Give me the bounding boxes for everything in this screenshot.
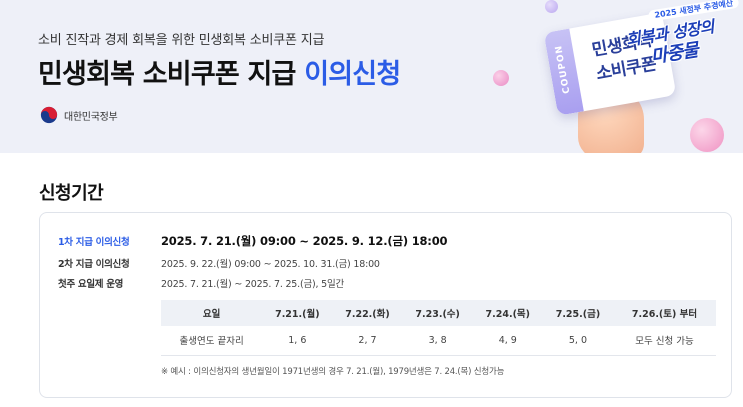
period-label: 첫주 요일제 운영 <box>58 279 124 290</box>
application-period-card: 1차 지급 이의신청 2025. 7. 21.(월) 09:00 ~ 2025.… <box>39 212 732 398</box>
table-row: 출생연도 끝자리 1, 6 2, 7 3, 8 4, 9 5, 0 모두 신청 … <box>161 326 716 356</box>
period-row-first: 1차 지급 이의신청 2025. 7. 21.(월) 09:00 ~ 2025.… <box>58 233 447 249</box>
hero-subtitle: 소비 진작과 경제 회복을 위한 민생회복 소비쿠폰 지급 <box>38 33 325 48</box>
coupon-stub-label: COUPON <box>553 44 573 95</box>
table-header: 7.26.(토) 부터 <box>613 300 716 326</box>
table-header: 요일 <box>161 300 263 326</box>
table-cell: 5, 0 <box>542 326 614 356</box>
decoration-bubble <box>493 70 509 86</box>
table-header: 7.24.(목) <box>472 300 543 326</box>
period-value: 2025. 7. 21.(월) 09:00 ~ 2025. 9. 12.(금) … <box>161 234 448 248</box>
decoration-bubble <box>545 0 558 13</box>
table-header: 7.21.(월) <box>262 300 333 326</box>
table-header: 7.25.(금) <box>542 300 614 326</box>
period-label: 1차 지급 이의신청 <box>58 237 130 248</box>
table-header-row: 요일 7.21.(월) 7.22.(화) 7.23.(수) 7.24.(목) 7… <box>161 300 716 326</box>
page-title-accent: 이의신청 <box>304 59 401 90</box>
government-logo: 대한민국정부 <box>40 106 118 124</box>
table-cell: 2, 7 <box>332 326 403 356</box>
example-note: ※ 예시 : 이의신청자의 생년월일이 1971년생의 경우 7. 21.(월)… <box>161 367 505 377</box>
government-name: 대한민국정부 <box>64 111 118 123</box>
slogan-badge: 2025 새정부 추경예산 회복과 성장의 마중물 <box>614 0 743 73</box>
period-value: 2025. 7. 21.(월) ~ 2025. 7. 25.(금), 5일간 <box>161 279 345 290</box>
decoration-bubble <box>690 118 724 152</box>
section-title: 신청기간 <box>39 183 104 204</box>
table-cell: 1, 6 <box>262 326 333 356</box>
taegeuk-emblem-icon <box>40 106 58 124</box>
period-row-second: 2차 지급 이의신청 2025. 9. 22.(월) 09:00 ~ 2025.… <box>58 256 380 270</box>
table-cell: 4, 9 <box>472 326 543 356</box>
table-header: 7.23.(수) <box>402 300 473 326</box>
table-header: 7.22.(화) <box>332 300 403 326</box>
page-title: 민생회복 소비쿠폰 지급 이의신청 <box>38 52 401 91</box>
page-title-main: 민생회복 소비쿠폰 지급 <box>38 59 305 90</box>
hero-banner: 소비 진작과 경제 회복을 위한 민생회복 소비쿠폰 지급 민생회복 소비쿠폰 … <box>0 0 743 153</box>
weekday-rotation-table: 요일 7.21.(월) 7.22.(화) 7.23.(수) 7.24.(목) 7… <box>161 300 716 356</box>
period-label: 2차 지급 이의신청 <box>58 259 130 270</box>
period-value: 2025. 9. 22.(월) 09:00 ~ 2025. 10. 31.(금)… <box>161 259 380 270</box>
table-cell: 모두 신청 가능 <box>613 326 716 356</box>
table-cell: 출생연도 끝자리 <box>161 326 263 356</box>
table-cell: 3, 8 <box>402 326 473 356</box>
period-row-weekday: 첫주 요일제 운영 2025. 7. 21.(월) ~ 2025. 7. 25.… <box>58 276 344 290</box>
